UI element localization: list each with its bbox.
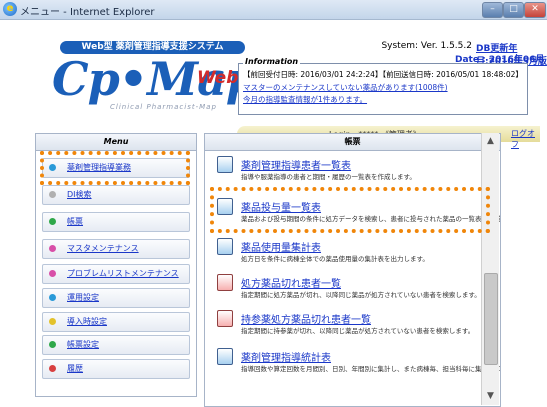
menu-item-di-search[interactable]: DI検索: [42, 185, 190, 205]
vertical-scrollbar[interactable]: ▲ ▼: [481, 133, 499, 405]
title-bar: e メニュー - Internet Explorer – □ ✕: [0, 0, 547, 20]
report-description: 指定期間に処方薬品が切れ、以降同じ薬品が処方されていない患者を検索します。: [241, 291, 481, 299]
highlight-drug-dosage-report: [210, 187, 490, 233]
report-description: 指定期間に持参薬が切れ、以降同じ薬品が処方されていない患者を検索します。: [241, 327, 475, 335]
scroll-down-arrow-icon[interactable]: ▼: [482, 388, 499, 405]
logo-subtitle: Clinical Pharmacist-Map: [110, 103, 217, 111]
app-header: Web型 薬剤管理指導支援システム Cp•Map Web! Clinical P…: [0, 20, 547, 149]
highlight-di-search: [40, 151, 190, 185]
menu-item-problem-list-maintenance[interactable]: プロブレムリストメンテナンス: [42, 264, 190, 284]
scroll-up-arrow-icon[interactable]: ▲: [482, 133, 499, 150]
info-line-audit-link[interactable]: 今月の指導監査情報が1件あります。: [243, 94, 367, 105]
report-icon: [217, 156, 233, 173]
menu-item-label: 運用設定: [67, 293, 99, 302]
menu-item-master-maintenance[interactable]: マスタメンテナンス: [42, 239, 190, 259]
menu-bullet-icon: [49, 365, 56, 372]
menu-item-label: マスタメンテナンス: [67, 244, 139, 253]
menu-bullet-icon: [49, 270, 56, 277]
menu-item-initial-settings[interactable]: 導入時設定: [42, 312, 190, 332]
info-line-maintenance-link[interactable]: マスターのメンテナンスしていない薬品があります(1008件): [243, 82, 448, 93]
menu-bullet-icon: [49, 341, 56, 348]
menu-item-label: 帳票設定: [67, 340, 99, 349]
maximize-button[interactable]: □: [503, 2, 524, 18]
menu-item-report-settings[interactable]: 帳票設定: [42, 335, 190, 355]
menu-item-label: 導入時設定: [67, 317, 107, 326]
report-description: 指導回数や算定回数を月間別、日別、年間別に集計し、また病棟毎、担当科毎に集計し印…: [241, 365, 500, 373]
menu-item-label: 帳票: [67, 217, 83, 226]
report-description: 指導や服薬指導の患者と期間・履歴の一覧表を作成します。: [241, 173, 416, 181]
menu-bullet-icon: [49, 318, 56, 325]
report-title-link[interactable]: 薬剤管理指導患者一覧表: [241, 157, 351, 172]
report-description: 処方日を条件に病棟全体での薬品使用量の集計表を出力します。: [241, 255, 429, 263]
logout-link[interactable]: ログオフ: [511, 128, 540, 150]
menu-item-label: プロブレムリストメンテナンス: [67, 269, 179, 278]
menu-bullet-icon: [49, 294, 56, 301]
report-title-link[interactable]: 処方薬品切れ患者一覧: [241, 275, 341, 290]
reports-heading: 帳票: [205, 134, 500, 151]
scroll-thumb[interactable]: [484, 273, 498, 365]
pill-icon: [217, 274, 233, 291]
window-title: メニュー - Internet Explorer: [20, 7, 155, 18]
info-line-timestamps: 【前回受付日時: 2016/03/01 24:2:24】【前回送信日時: 201…: [243, 70, 523, 79]
minimize-button[interactable]: –: [482, 2, 503, 18]
menu-item-label: DI検索: [67, 190, 92, 199]
menu-bullet-icon: [49, 191, 56, 198]
system-version: System: Ver. 1.5.5.2: [381, 41, 472, 51]
information-heading: Information: [243, 57, 301, 66]
report-title-link[interactable]: 薬品使用量集計表: [241, 239, 321, 254]
menu-item-reports[interactable]: 帳票: [42, 212, 190, 232]
menu-bullet-icon: [49, 218, 56, 225]
reports-panel: 帳票 薬剤管理指導患者一覧表 指導や服薬指導の患者と期間・履歴の一覧表を作成しま…: [204, 133, 501, 407]
menu-bullet-icon: [49, 245, 56, 252]
menu-heading: Menu: [36, 134, 196, 151]
stats-icon: [217, 348, 233, 365]
menu-item-history[interactable]: 履歴: [42, 359, 190, 379]
browser-window: e メニュー - Internet Explorer – □ ✕ Web型 薬剤…: [0, 0, 547, 407]
internet-explorer-icon: e: [3, 2, 17, 16]
report-title-link[interactable]: 持参薬処方薬品切れ患者一覧: [241, 311, 371, 326]
menu-item-label: 履歴: [67, 364, 83, 373]
menu-item-operation-settings[interactable]: 運用設定: [42, 288, 190, 308]
pill-icon: [217, 310, 233, 327]
report-title-link[interactable]: 薬剤管理指導統計表: [241, 349, 331, 364]
close-button[interactable]: ✕: [524, 2, 546, 18]
report-icon: [217, 238, 233, 255]
information-panel: Information 【前回受付日時: 2016/03/01 24:2:24】…: [238, 57, 528, 115]
